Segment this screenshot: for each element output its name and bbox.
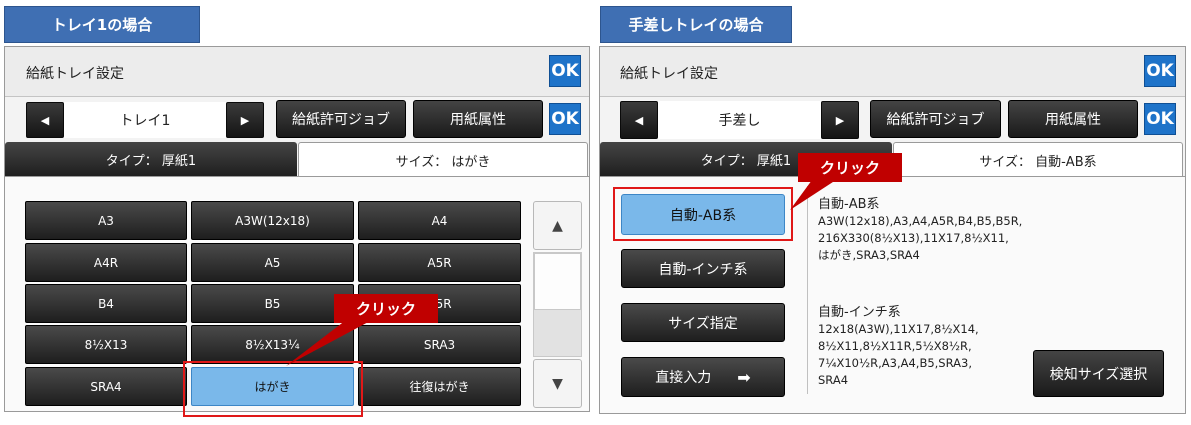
callout-label: クリック xyxy=(798,153,902,182)
callout-pointer-right xyxy=(790,180,836,210)
